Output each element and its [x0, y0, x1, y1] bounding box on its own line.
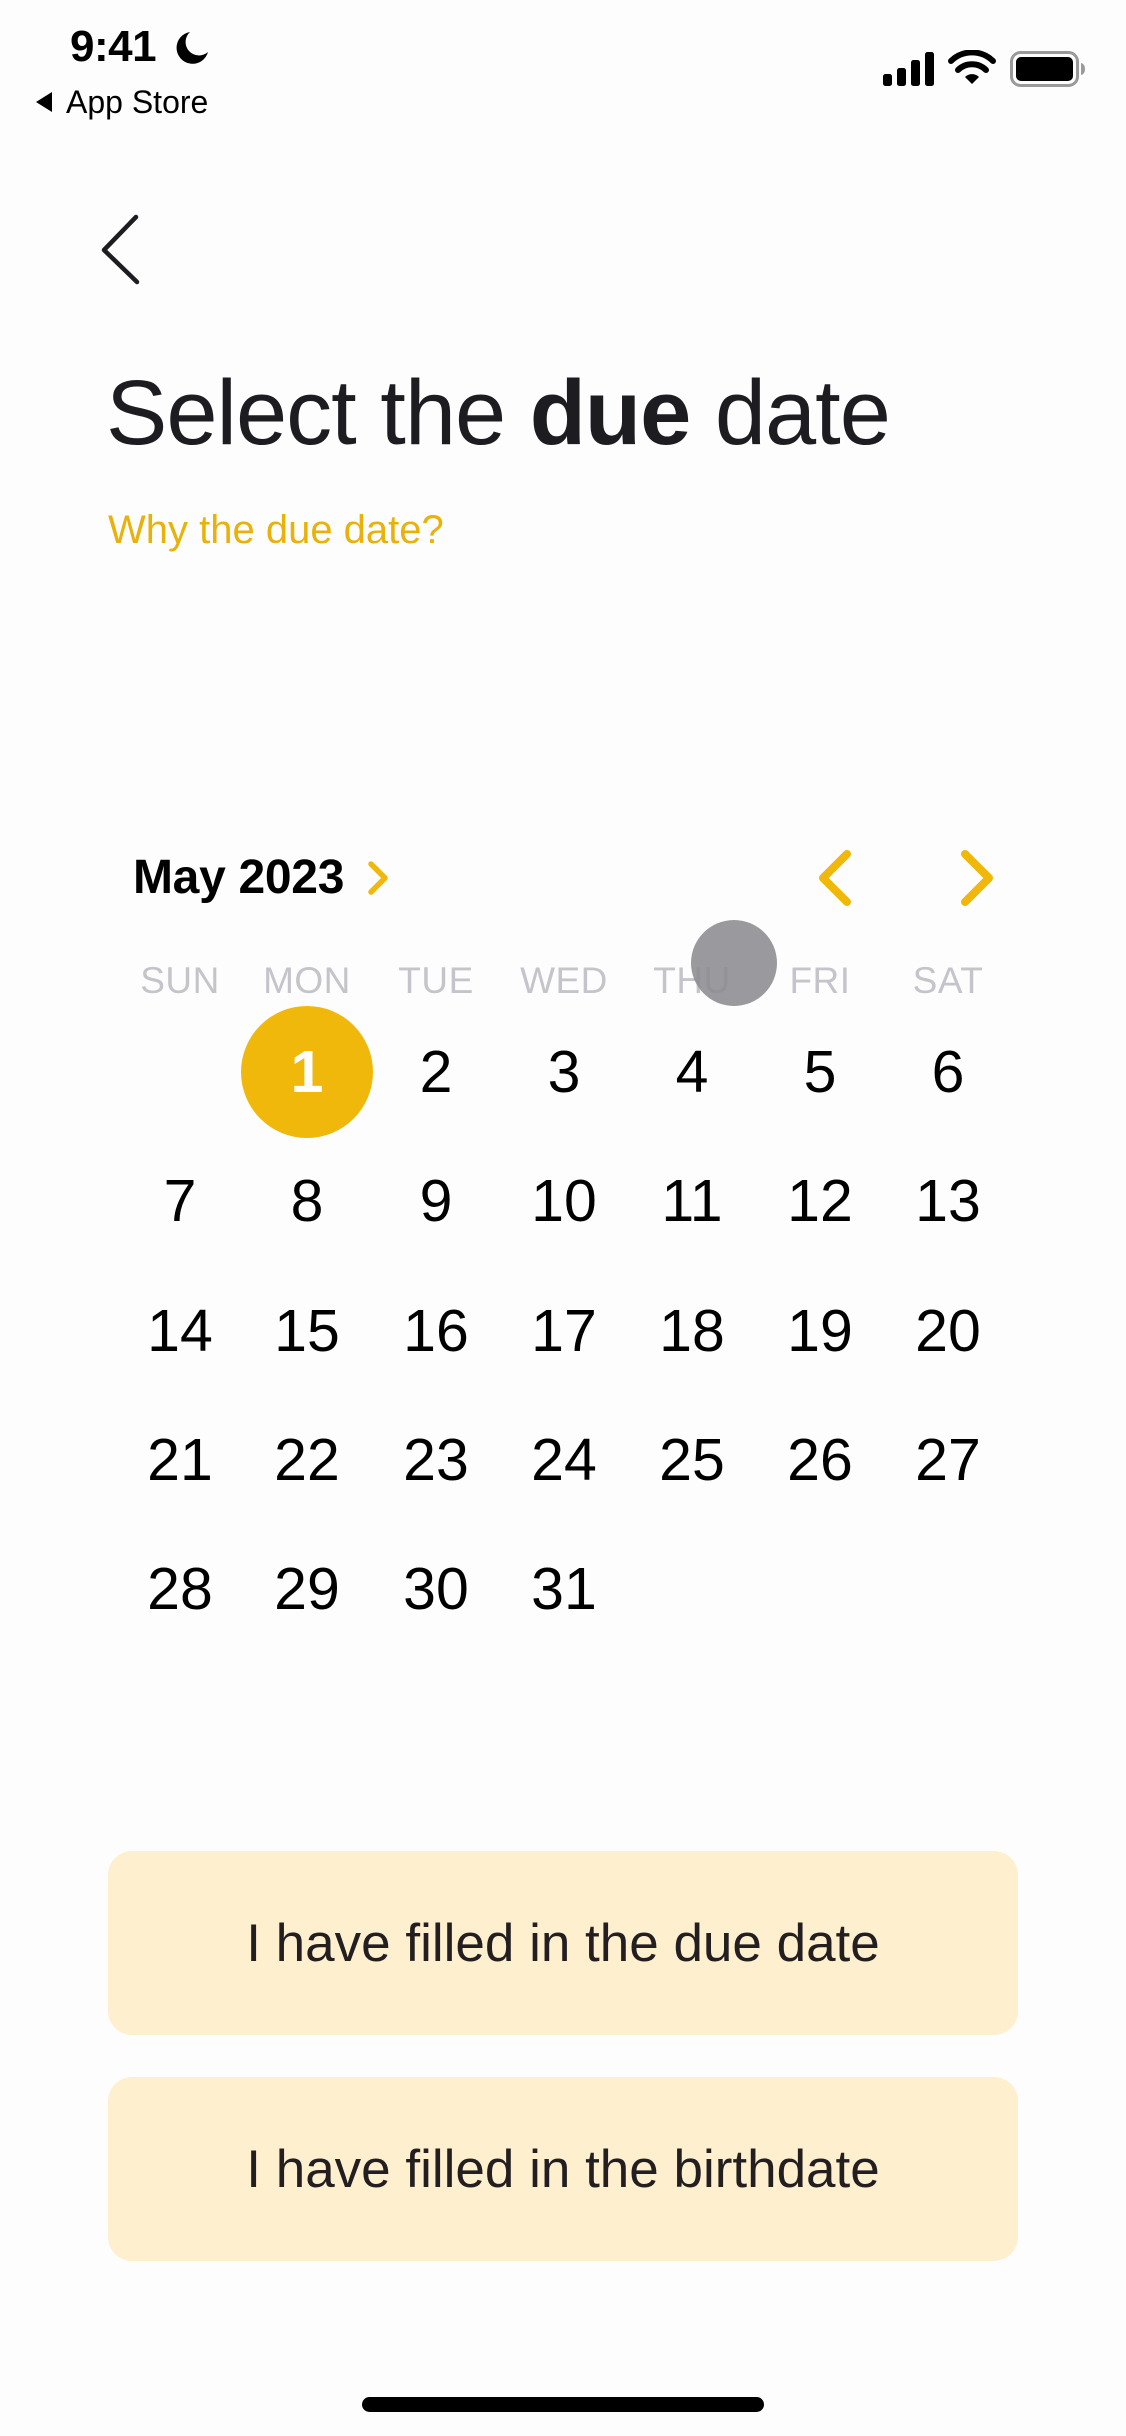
day-number: 22 — [274, 1426, 340, 1493]
battery-icon — [1010, 51, 1085, 87]
calendar-day[interactable]: 12 — [756, 1137, 884, 1265]
day-number: 16 — [403, 1297, 469, 1364]
calendar-day[interactable]: 2 — [372, 1008, 500, 1136]
back-triangle-icon — [36, 92, 52, 112]
day-number: 26 — [787, 1426, 853, 1493]
day-number: 15 — [274, 1297, 340, 1364]
previous-month-button[interactable] — [806, 846, 866, 910]
calendar-day[interactable]: 26 — [756, 1396, 884, 1524]
day-number: 1 — [290, 1039, 324, 1105]
chevron-right-icon — [368, 861, 388, 895]
title-suffix: date — [690, 362, 891, 464]
day-number: 21 — [147, 1426, 213, 1493]
chevron-left-icon — [819, 850, 851, 906]
calendar-day[interactable]: 14 — [116, 1267, 244, 1395]
day-number: 30 — [403, 1556, 469, 1623]
back-app-label: App Store — [66, 84, 209, 120]
title-prefix: Select the — [106, 362, 530, 464]
calendar-day[interactable]: 8 — [243, 1137, 371, 1265]
calendar-day[interactable]: 17 — [500, 1267, 628, 1395]
calendar-day[interactable]: 20 — [884, 1267, 1012, 1395]
page-title: Select the due date — [106, 358, 891, 468]
filled-due-date-button[interactable]: I have filled in the due date — [108, 1851, 1018, 2035]
touch-indicator — [691, 920, 777, 1006]
day-number: 19 — [787, 1297, 853, 1364]
why-due-date-link[interactable]: Why the due date? — [108, 502, 444, 558]
day-number: 12 — [787, 1168, 853, 1235]
day-number: 9 — [419, 1168, 453, 1235]
day-number: 31 — [531, 1556, 597, 1623]
weekday-label-sun: SUN — [140, 960, 220, 1001]
calendar-day-selected[interactable]: 1 — [241, 1006, 373, 1138]
weekday-label-wed: WED — [520, 960, 608, 1001]
day-number: 27 — [915, 1426, 981, 1493]
calendar-day[interactable]: 27 — [884, 1396, 1012, 1524]
filled-birthdate-button[interactable]: I have filled in the birthdate — [108, 2077, 1018, 2261]
title-emphasis: due — [529, 362, 692, 464]
day-number: 25 — [659, 1426, 725, 1493]
cellular-signal-icon — [883, 52, 934, 86]
calendar-day[interactable]: 18 — [628, 1267, 756, 1395]
day-number: 8 — [290, 1168, 324, 1235]
calendar-day[interactable]: 28 — [116, 1525, 244, 1653]
day-number: 11 — [661, 1168, 723, 1235]
calendar-day[interactable]: 4 — [628, 1008, 756, 1136]
calendar-day[interactable]: 16 — [372, 1267, 500, 1395]
calendar-day[interactable]: 10 — [500, 1137, 628, 1265]
day-number: 5 — [803, 1039, 837, 1105]
day-number: 24 — [531, 1426, 597, 1493]
day-number: 13 — [915, 1168, 981, 1235]
calendar-day[interactable]: 5 — [756, 1008, 884, 1136]
calendar-day[interactable]: 6 — [884, 1008, 1012, 1136]
month-year-picker-button[interactable]: May 2023 — [133, 850, 390, 906]
day-number: 3 — [547, 1039, 581, 1105]
moon-icon — [176, 32, 208, 64]
day-number: 20 — [915, 1297, 981, 1364]
day-number: 17 — [531, 1297, 597, 1364]
status-time: 9:41 — [70, 22, 157, 71]
day-number: 10 — [531, 1168, 597, 1235]
back-to-app-store-link[interactable]: App Store — [36, 82, 208, 122]
calendar-day[interactable]: 11 — [628, 1137, 756, 1265]
chevron-right-icon — [961, 850, 993, 906]
month-label: May 2023 — [133, 851, 345, 904]
day-number: 2 — [419, 1039, 453, 1105]
calendar-day[interactable]: 22 — [243, 1396, 371, 1524]
calendar-day[interactable]: 23 — [372, 1396, 500, 1524]
calendar-day[interactable]: 25 — [628, 1396, 756, 1524]
calendar-day[interactable]: 3 — [500, 1008, 628, 1136]
day-number: 18 — [659, 1297, 725, 1364]
calendar-day[interactable]: 31 — [500, 1525, 628, 1653]
weekday-label-tue: TUE — [398, 960, 474, 1001]
chevron-left-icon — [101, 214, 140, 285]
day-number: 4 — [675, 1039, 709, 1105]
calendar-day[interactable]: 19 — [756, 1267, 884, 1395]
weekday-label-mon: MON — [263, 960, 351, 1001]
calendar-day[interactable]: 24 — [500, 1396, 628, 1524]
day-number: 29 — [274, 1556, 340, 1623]
calendar-day[interactable]: 29 — [243, 1525, 371, 1653]
day-number: 6 — [931, 1039, 965, 1105]
wifi-icon — [948, 50, 996, 84]
next-month-button[interactable] — [946, 846, 1006, 910]
calendar-day[interactable]: 13 — [884, 1137, 1012, 1265]
back-button[interactable] — [90, 205, 150, 295]
day-number: 28 — [147, 1556, 213, 1623]
day-number: 14 — [147, 1297, 213, 1364]
day-number: 7 — [163, 1168, 197, 1235]
calendar-day[interactable]: 7 — [116, 1137, 244, 1265]
calendar-day[interactable]: 30 — [372, 1525, 500, 1653]
calendar-day[interactable]: 15 — [243, 1267, 371, 1395]
home-indicator[interactable] — [362, 2397, 764, 2412]
day-number: 23 — [403, 1426, 469, 1493]
calendar-day[interactable]: 9 — [372, 1137, 500, 1265]
weekday-label-sat: SAT — [912, 960, 984, 1001]
calendar-day[interactable]: 21 — [116, 1396, 244, 1524]
